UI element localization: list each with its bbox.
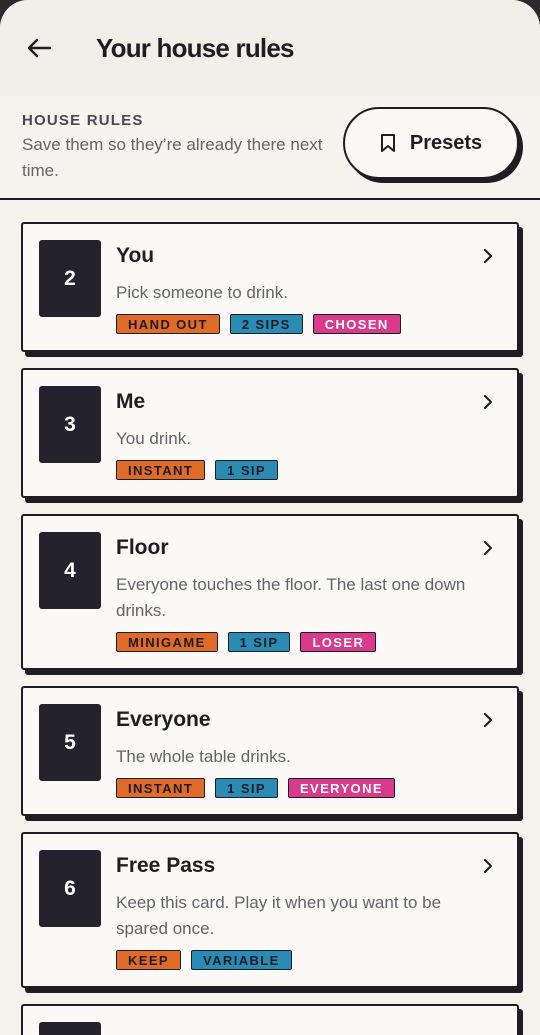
presets-label: Presets xyxy=(409,131,483,154)
rule-tag: MINIGAME xyxy=(116,632,218,652)
app-screen: Your house rules HOUSE RULES Save them s… xyxy=(0,0,540,1035)
rule-tags: KEEP VARIABLE xyxy=(116,950,292,970)
rule-title: Me xyxy=(116,390,146,413)
top-bar: Your house rules xyxy=(0,0,540,96)
arrow-left-icon xyxy=(27,38,52,58)
rule-tag: 2 SIPS xyxy=(229,314,303,334)
rule-tag: EVERYONE xyxy=(287,778,395,798)
section-header: HOUSE RULES Save them so they’re already… xyxy=(0,96,540,200)
rule-tags: INSTANT 1 SIP xyxy=(116,460,278,480)
rule-tag: HAND OUT xyxy=(116,314,220,334)
rule-card[interactable]: 5 Everyone The whole table drinks. INSTA… xyxy=(21,686,519,816)
rule-tag: LOSER xyxy=(300,632,377,652)
rule-description: The whole table drinks. xyxy=(116,747,291,766)
rule-title: Free Pass xyxy=(116,854,216,877)
rule-number xyxy=(39,1022,101,1035)
back-button[interactable] xyxy=(24,33,54,63)
chevron-right-icon xyxy=(484,249,492,263)
rule-card[interactable]: 2 You Pick someone to drink. HAND OUT 2 … xyxy=(21,222,519,352)
rule-number: 6 xyxy=(39,850,101,927)
page-title: Your house rules xyxy=(96,32,294,63)
rule-card[interactable]: 4 Floor Everyone touches the floor. The … xyxy=(21,514,519,670)
rule-tags: HAND OUT 2 SIPS CHOSEN xyxy=(116,314,401,334)
rule-description: You drink. xyxy=(116,429,191,448)
rule-description: Keep this card. Play it when you want to… xyxy=(116,893,442,938)
rule-title: You xyxy=(116,244,155,267)
rule-tag: 1 SIP xyxy=(215,778,278,798)
rule-tag: INSTANT xyxy=(116,778,206,798)
rule-card[interactable]: 3 Me You drink. INSTANT 1 SIP xyxy=(21,368,519,498)
rule-tag: 1 SIP xyxy=(227,632,291,652)
rule-tags: INSTANT 1 SIP EVERYONE xyxy=(116,778,395,798)
rule-tag: CHOSEN xyxy=(312,314,401,334)
chevron-right-icon xyxy=(484,859,492,873)
rule-title: Everyone xyxy=(116,708,211,731)
chevron-right-icon xyxy=(484,395,492,409)
rule-tag: VARIABLE xyxy=(191,950,292,970)
bookmark-icon xyxy=(380,134,395,152)
rule-description: Pick someone to drink. xyxy=(116,283,288,302)
chevron-right-icon xyxy=(484,713,492,727)
rule-card[interactable] xyxy=(21,1004,519,1035)
rule-number: 5 xyxy=(39,704,101,781)
rule-description: Everyone touches the floor. The last one… xyxy=(116,575,466,620)
rule-card[interactable]: 6 Free Pass Keep this card. Play it when… xyxy=(21,832,519,988)
rule-title: Floor xyxy=(116,536,169,559)
rule-tag: KEEP xyxy=(116,950,182,970)
section-label: HOUSE RULES xyxy=(22,112,144,129)
rule-tags: MINIGAME 1 SIP LOSER xyxy=(116,632,377,652)
rule-number: 2 xyxy=(39,240,101,317)
chevron-right-icon xyxy=(484,541,492,555)
rule-tag: 1 SIP xyxy=(215,460,278,480)
presets-button[interactable]: Presets xyxy=(343,107,519,179)
section-subtitle: Save them so they’re already there next … xyxy=(22,135,323,180)
rule-number: 4 xyxy=(39,532,101,609)
rule-number: 3 xyxy=(39,386,101,463)
rule-tag: INSTANT xyxy=(116,460,206,480)
